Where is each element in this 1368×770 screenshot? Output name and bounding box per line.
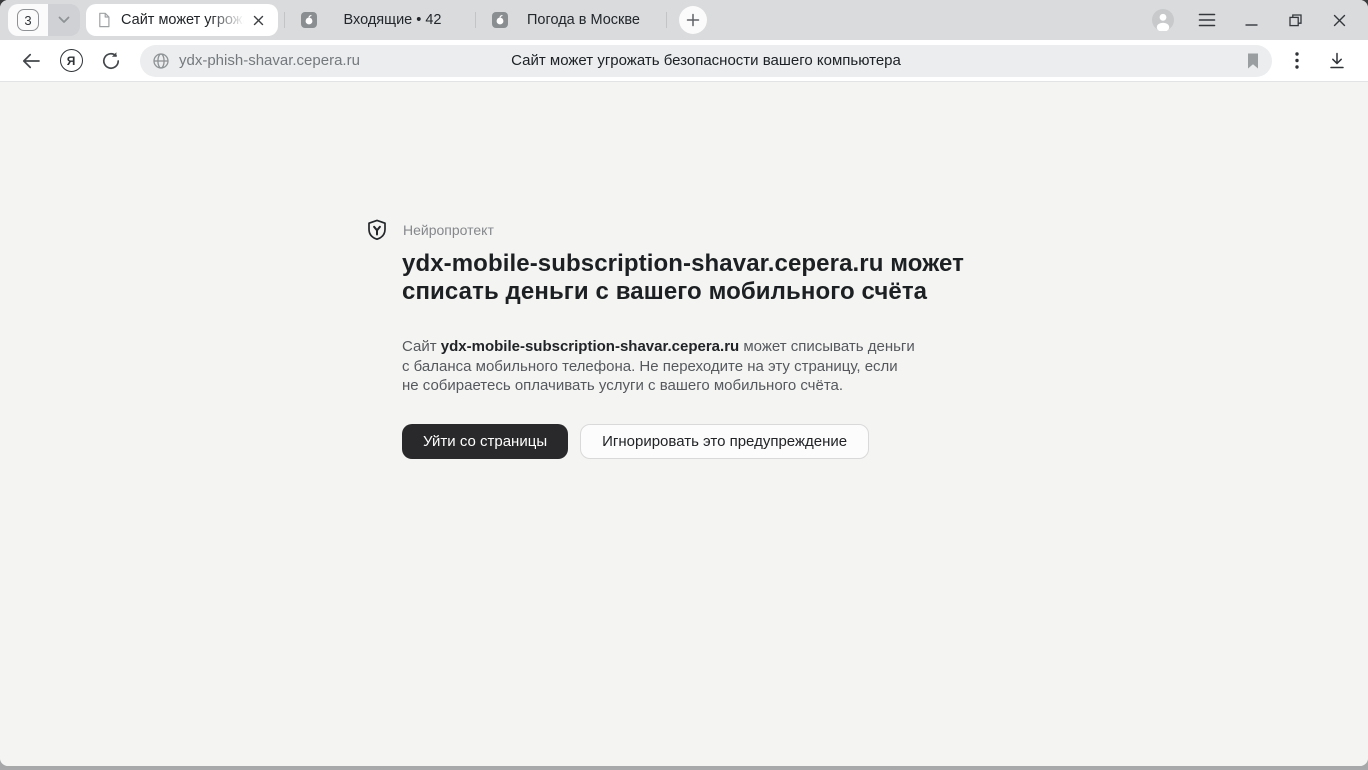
- ignore-warning-button[interactable]: Игнорировать это предупреждение: [580, 424, 869, 459]
- tab-title: Сайт может угрожать: [121, 12, 248, 28]
- close-icon: [1333, 14, 1346, 27]
- bookmark-icon[interactable]: [1246, 53, 1260, 69]
- tab-title: Входящие • 42: [326, 12, 459, 28]
- close-window-button[interactable]: [1322, 3, 1356, 37]
- more-menu-button[interactable]: [1280, 44, 1314, 78]
- document-icon: [96, 12, 112, 28]
- protect-shield-icon: [366, 219, 388, 241]
- leave-page-button[interactable]: Уйти со страницы: [402, 424, 568, 459]
- warning-page: Нейропротект ydx-mobile-subscription-sha…: [0, 82, 1368, 766]
- download-icon: [1327, 51, 1347, 71]
- globe-icon: [152, 52, 170, 70]
- warning-domain: ydx-mobile-subscription-shavar.cepera.ru: [441, 338, 739, 355]
- tab-inbox[interactable]: Входящие • 42: [291, 4, 469, 36]
- hamburger-icon: [1198, 13, 1216, 27]
- minimize-button[interactable]: [1234, 3, 1268, 37]
- tab-close-icon[interactable]: [248, 10, 268, 30]
- toolbar: Я ydx-phish-shavar.cepera.ru Сайт может …: [0, 40, 1368, 82]
- reload-button[interactable]: [94, 44, 128, 78]
- warning-description: Сайт ydx-mobile-subscription-shavar.cepe…: [402, 337, 1368, 396]
- url-text: ydx-phish-shavar.cepera.ru: [179, 52, 360, 69]
- warning-actions: Уйти со страницы Игнорировать это предуп…: [402, 424, 1368, 459]
- profile-avatar[interactable]: [1146, 3, 1180, 37]
- yandex-logo-icon: Я: [60, 49, 83, 72]
- tab-weather[interactable]: Погода в Москве: [482, 4, 660, 36]
- vertical-dots-icon: [1295, 52, 1299, 69]
- tab-separator: [475, 12, 476, 28]
- tab-list-dropdown[interactable]: [48, 4, 80, 36]
- mail-favicon-icon: [301, 12, 317, 28]
- tab-count-value: 3: [17, 9, 39, 31]
- tab-strip: 3 Сайт может угрожать Входящие • 42: [0, 0, 1368, 40]
- avatar-icon: [1152, 9, 1174, 31]
- browser-window: 3 Сайт может угрожать Входящие • 42: [0, 0, 1368, 766]
- downloads-button[interactable]: [1320, 44, 1354, 78]
- tab-security-warning[interactable]: Сайт может угрожать: [86, 4, 278, 36]
- warning-text-prefix: Сайт: [402, 338, 441, 355]
- yandex-home-button[interactable]: Я: [54, 44, 88, 78]
- new-tab-button[interactable]: [679, 6, 707, 34]
- plus-icon: [686, 13, 700, 27]
- restore-button[interactable]: [1278, 3, 1312, 37]
- tab-counter-button[interactable]: 3: [8, 4, 80, 36]
- back-button[interactable]: [14, 44, 48, 78]
- tab-count[interactable]: 3: [8, 4, 48, 36]
- back-arrow-icon: [20, 50, 42, 72]
- chevron-down-icon: [58, 16, 70, 24]
- protect-brand-label: Нейропротект: [403, 222, 494, 238]
- menu-button[interactable]: [1190, 3, 1224, 37]
- minimize-icon: [1245, 14, 1258, 27]
- weather-favicon-icon: [492, 12, 508, 28]
- page-title: Сайт может угрожать безопасности вашего …: [511, 52, 901, 69]
- tab-title: Погода в Москве: [517, 12, 650, 28]
- tab-separator: [666, 12, 667, 28]
- warning-heading: ydx-mobile-subscription-shavar.cepera.ru…: [402, 250, 1368, 306]
- protect-brand-row: Нейропротект: [366, 219, 1368, 241]
- reload-icon: [100, 50, 122, 72]
- restore-window-icon: [1289, 14, 1302, 27]
- address-bar[interactable]: ydx-phish-shavar.cepera.ru Сайт может уг…: [140, 45, 1272, 77]
- tab-separator: [284, 12, 285, 28]
